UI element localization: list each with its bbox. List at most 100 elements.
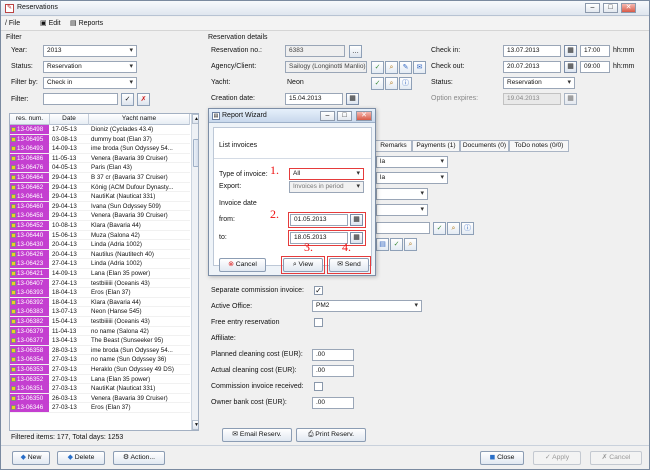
yacht-ok-icon[interactable]: ✓ [371, 77, 384, 90]
tab-todo-notes[interactable]: ToDo notes (0/0) [509, 140, 569, 152]
tab-payments[interactable]: Payments (1) [412, 140, 460, 152]
table-row[interactable]: 13-06458 29-04-13 Venera (Bavaria 39 Cruis… [10, 211, 190, 221]
table-row[interactable]: 13-06382 15-04-13 testbiiiiii (Oceanis 43) [10, 317, 190, 327]
maximize-button[interactable]: □ [603, 3, 618, 13]
table-row[interactable]: 13-06461 29-04-13 NautiKat (Nauticat 331) [10, 192, 190, 202]
filter-input[interactable] [43, 93, 118, 105]
form-search2-icon[interactable]: ⌕ [404, 238, 417, 251]
email-reservation-button[interactable]: ✉ Email Reserv. [222, 428, 292, 442]
form-ok-icon[interactable]: ✓ [433, 222, 446, 235]
close-button[interactable]: ◼ Close [480, 451, 524, 465]
table-row[interactable]: 13-06358 28-03-13 ime broda (Sun Odyssey 5… [10, 345, 190, 356]
new-button[interactable]: ◆ New [12, 451, 50, 465]
export-select[interactable]: Invoices in period [289, 181, 364, 193]
free-entry-checkbox[interactable] [314, 318, 323, 327]
delete-button[interactable]: ◆ Delete [57, 451, 105, 465]
checkout-calendar-icon[interactable]: ▦ [564, 61, 577, 73]
table-row[interactable]: 13-06462 29-04-13 König (ACM Dufour Dynast… [10, 182, 190, 193]
table-row[interactable]: 13-06352 27-03-13 Lana (Elan 35 power) [10, 374, 190, 385]
checkout-date-field[interactable]: 20.07.2013 [503, 61, 561, 73]
table-row[interactable]: 13-06476 04-05-13 Paris (Elan 43) [10, 163, 190, 173]
table-row[interactable]: 13-06354 27-03-13 no name (Sun Odyssey 36) [10, 355, 190, 365]
yacht-info-icon[interactable]: ⓘ [399, 77, 412, 90]
table-row[interactable]: 13-06486 11-05-13 Venera (Bavaria 39 Cruis… [10, 153, 190, 164]
table-row[interactable]: 13-06383 13-07-13 Neon (Hanse 545) [10, 307, 190, 317]
wizard-close-button[interactable]: ✕ [356, 111, 372, 121]
status-detail-select[interactable]: Reservation [503, 77, 575, 89]
form-ok2-icon[interactable]: ✓ [390, 238, 403, 251]
type-of-invoice-select[interactable]: All [289, 168, 364, 180]
checkin-date-field[interactable]: 13.07.2013 [503, 45, 561, 57]
active-office-select[interactable]: PM2 [312, 300, 422, 312]
tab-documents[interactable]: Documents (0) [460, 140, 509, 152]
wizard-minimize-button[interactable]: – [320, 111, 335, 121]
scroll-thumb[interactable] [193, 139, 198, 167]
creation-calendar-icon[interactable]: ▦ [346, 93, 359, 105]
table-row[interactable]: 13-06346 27-03-13 Eros (Elan 37) [10, 403, 190, 413]
table-row[interactable]: 13-06351 27-03-13 NautiKat (Nauticat 331) [10, 384, 190, 394]
owner-bank-field[interactable]: .00 [312, 397, 354, 409]
filter-apply-icon[interactable]: ✓ [121, 93, 134, 106]
tab-remarks[interactable]: Remarks [375, 140, 412, 152]
agency-search-icon[interactable]: ⌕ [385, 61, 398, 74]
res-no-lookup-button[interactable]: … [349, 45, 362, 58]
action-button[interactable]: ⚙ Action... [113, 451, 165, 465]
form-combo-3[interactable] [376, 188, 428, 200]
form-doc-icon[interactable]: ▤ [376, 238, 389, 251]
from-calendar-icon[interactable]: ▦ [350, 214, 363, 226]
checkin-calendar-icon[interactable]: ▦ [564, 45, 577, 57]
to-calendar-icon[interactable]: ▦ [350, 232, 363, 244]
actual-cleaning-field[interactable]: .00 [312, 365, 354, 377]
table-row[interactable]: 13-06393 18-04-13 Eros (Elan 37) [10, 288, 190, 298]
column-yacht-name[interactable]: Yacht name [89, 114, 190, 125]
scroll-down-icon[interactable]: ▼ [192, 420, 198, 430]
menu-file[interactable]: / File [5, 19, 20, 29]
form-field-1[interactable] [376, 222, 430, 234]
table-row[interactable]: 13-06493 14-09-13 ime broda (Sun Odyssey 5… [10, 144, 190, 154]
menu-reports[interactable]: ▤ Reports [70, 19, 103, 29]
table-row[interactable]: 13-06460 29-04-13 Ivana (Sun Odyssey 509) [10, 201, 190, 212]
table-row[interactable]: 13-06407 27-04-13 testbiiiiii (Oceanis 43) [10, 278, 190, 289]
filterby-select[interactable]: Check in [43, 77, 137, 89]
status-filter-select[interactable]: Reservation [43, 61, 137, 73]
scroll-up-icon[interactable]: ▲ [192, 114, 198, 124]
table-row[interactable]: 13-06452 10-08-13 Klara (Bavaria 44) [10, 221, 190, 231]
table-row[interactable]: 13-06421 14-09-13 Lana (Elan 35 power) [10, 269, 190, 279]
checkin-time-field[interactable]: 17:00 [580, 45, 610, 57]
column-date[interactable]: Date [50, 114, 89, 125]
form-combo-2[interactable]: la [376, 172, 448, 184]
commission-received-checkbox[interactable] [314, 382, 323, 391]
wizard-send-button[interactable]: ✉ Send [329, 258, 369, 272]
agency-ok-icon[interactable]: ✓ [371, 61, 384, 74]
form-combo-4[interactable] [376, 204, 428, 216]
table-row[interactable]: 13-06440 15-06-13 Muza (Salona 42) [10, 230, 190, 241]
checkout-time-field[interactable]: 09:00 [580, 61, 610, 73]
table-row[interactable]: 13-06464 29-04-13 B 37 cr (Bavaria 37 Crui… [10, 173, 190, 183]
wizard-view-button[interactable]: ⌕ View [283, 258, 323, 272]
table-row[interactable]: 13-06379 11-04-13 no name (Salona 42) [10, 326, 190, 337]
year-select[interactable]: 2013 [43, 45, 137, 57]
separate-commission-checkbox[interactable]: ✓ [314, 286, 323, 295]
yacht-search-icon[interactable]: ⌕ [385, 77, 398, 90]
planned-cleaning-field[interactable]: .00 [312, 349, 354, 361]
to-date-field[interactable]: 18.05.2013 [290, 232, 348, 244]
table-row[interactable]: 13-06350 26-03-13 Venera (Bavaria 39 Cruis… [10, 393, 190, 404]
agency-mail-icon[interactable]: ✉ [413, 61, 426, 74]
form-info-icon[interactable]: ⓘ [461, 222, 474, 235]
agency-edit-icon[interactable]: ✎ [399, 61, 412, 74]
grid-scrollbar[interactable]: ▲ ▼ [191, 114, 198, 430]
filter-clear-icon[interactable]: ✗ [137, 93, 150, 106]
form-search-icon[interactable]: ⌕ [447, 222, 460, 235]
table-row[interactable]: 13-06423 27-04-13 Linda (Adria 1002) [10, 259, 190, 269]
table-row[interactable]: 13-06353 27-03-13 Heraklo (Sun Odyssey 49 … [10, 365, 190, 375]
wizard-cancel-button[interactable]: ⊗ Cancel [219, 258, 266, 272]
table-row[interactable]: 13-06498 17-05-13 Dioniz (Cyclades 43.4) [10, 125, 190, 135]
table-row[interactable]: 13-06430 20-04-13 Linda (Adria 1002) [10, 240, 190, 250]
close-window-button[interactable]: ✕ [621, 3, 636, 13]
creation-date-field[interactable]: 15.04.2013 [285, 93, 343, 105]
form-combo-1[interactable]: la [376, 156, 448, 168]
table-row[interactable]: 13-06377 13-04-13 The Beast (Sunseeker 95) [10, 336, 190, 346]
minimize-button[interactable]: – [585, 3, 600, 13]
table-row[interactable]: 13-06426 20-04-13 Nautilus (Nautitech 40) [10, 249, 190, 260]
menu-edit[interactable]: ▣ Edit [40, 19, 61, 29]
